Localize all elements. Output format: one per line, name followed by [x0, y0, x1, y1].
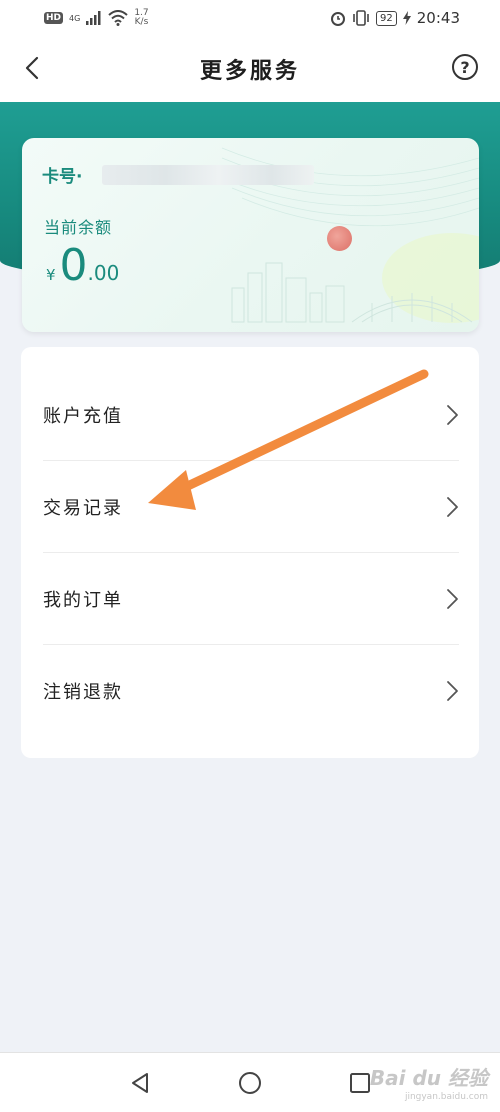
balance-card[interactable]: 卡号· 当前余额 ¥ 0 .00	[22, 138, 479, 332]
card-number: 卡号·	[42, 162, 315, 187]
balance-label: 当前余额	[44, 218, 113, 237]
chevron-right-icon	[447, 404, 458, 425]
status-bar: HD 4G 1.7 K/s 92 20:43	[0, 0, 500, 36]
menu-item-recharge[interactable]: 账户充值	[43, 369, 459, 461]
menu-item-label: 账户充值	[43, 405, 123, 427]
chevron-right-icon	[447, 496, 458, 517]
page-title: 更多服务	[199, 59, 300, 84]
hd-badge: HD	[44, 12, 64, 24]
chevron-left-icon	[25, 56, 39, 80]
menu-item-transactions[interactable]: 交易记录	[43, 461, 459, 553]
watermark-logo: Bai du 经验	[369, 1066, 488, 1090]
menu-item-label: 我的订单	[43, 589, 123, 611]
balance-amount: ¥ 0 .00	[46, 240, 119, 291]
menu-item-label: 交易记录	[43, 497, 123, 519]
battery-icon: 92	[376, 10, 397, 26]
watermark-url: jingyan.baidu.com	[404, 1092, 488, 1102]
charging-icon	[402, 11, 411, 25]
card-number-masked	[102, 164, 315, 185]
card-number-label: 卡号·	[42, 167, 83, 187]
home-circle-icon	[239, 1071, 261, 1094]
menu-item-orders[interactable]: 我的订单	[43, 553, 459, 645]
page-header: 更多服务 ?	[0, 36, 500, 102]
signal-icon	[86, 11, 101, 25]
chevron-right-icon	[447, 681, 458, 701]
alarm-icon	[331, 12, 346, 26]
balance-integer: 0	[59, 240, 88, 291]
red-dot-decoration	[327, 226, 352, 251]
help-button[interactable]: ?	[452, 54, 478, 80]
wifi-icon	[108, 10, 128, 26]
network-type: 4G	[69, 13, 81, 23]
net-speed-unit: K/s	[134, 17, 149, 27]
net-speed: 1.7 K/s	[134, 9, 148, 27]
balance-decimal: .00	[87, 261, 120, 285]
status-bar-left: HD 4G 1.7 K/s	[44, 9, 149, 27]
vibrate-icon	[353, 10, 369, 26]
service-menu: 账户充值 交易记录 我的订单 注销退款	[21, 347, 479, 758]
menu-item-refund[interactable]: 注销退款	[43, 645, 459, 737]
clock: 20:43	[416, 9, 460, 27]
chevron-right-icon	[447, 588, 458, 609]
nav-home-button[interactable]	[237, 1070, 263, 1096]
back-button[interactable]	[14, 50, 50, 86]
status-bar-right: 92 20:43	[330, 9, 460, 27]
nav-back-button[interactable]	[127, 1070, 153, 1096]
currency-symbol: ¥	[46, 266, 56, 284]
back-triangle-icon	[132, 1072, 148, 1093]
menu-item-label: 注销退款	[43, 682, 123, 703]
recent-square-icon	[350, 1072, 370, 1093]
